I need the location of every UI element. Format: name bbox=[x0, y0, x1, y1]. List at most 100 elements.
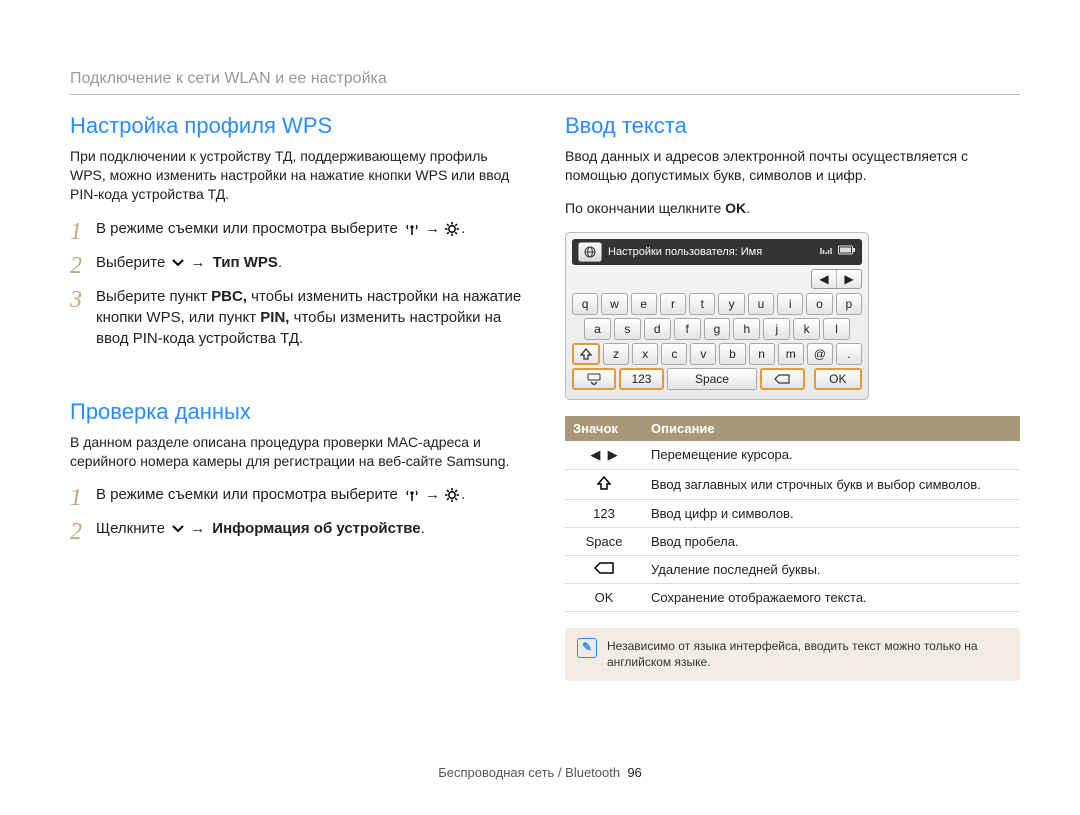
footer-page-number: 96 bbox=[627, 765, 641, 780]
gear-icon bbox=[445, 488, 459, 502]
heading-wps: Настройка профиля WPS bbox=[70, 113, 525, 139]
paragraph-check-intro: В данном разделе описана процедура прове… bbox=[70, 433, 525, 471]
arrow-icon: → bbox=[425, 220, 440, 237]
key-w[interactable]: w bbox=[601, 293, 627, 315]
text: Выберите bbox=[96, 254, 169, 271]
key-s[interactable]: s bbox=[614, 318, 641, 340]
step-number: 3 bbox=[70, 286, 96, 312]
list-item: 1 В режиме съемки или просмотра выберите… bbox=[70, 484, 525, 510]
label-123: 123 bbox=[565, 499, 643, 527]
step-body: Выберите → Тип WPS. bbox=[96, 252, 525, 273]
text: . bbox=[461, 486, 465, 503]
key-123[interactable]: 123 bbox=[619, 368, 663, 390]
table-row: Ввод заглавных или строчных букв и выбор… bbox=[565, 469, 1020, 499]
key-ok[interactable]: OK bbox=[814, 368, 862, 390]
key-b[interactable]: b bbox=[719, 343, 745, 365]
cell-desc: Удаление последней буквы. bbox=[643, 555, 1020, 583]
text: Щелкните bbox=[96, 520, 169, 537]
table-row: OK Сохранение отображаемого текста. bbox=[565, 583, 1020, 611]
key-n[interactable]: n bbox=[749, 343, 775, 365]
key-q[interactable]: q bbox=[572, 293, 598, 315]
cursor-left-icon[interactable]: ◀ bbox=[812, 270, 836, 288]
table-row: 123 Ввод цифр и символов. bbox=[565, 499, 1020, 527]
arrow-icon: → bbox=[190, 254, 205, 271]
step-number: 2 bbox=[70, 252, 96, 278]
battery-icon bbox=[838, 245, 856, 258]
text: . bbox=[746, 200, 750, 216]
backspace-icon bbox=[565, 555, 643, 583]
cell-desc: Перемещение курсора. bbox=[643, 441, 1020, 470]
cell-desc: Ввод цифр и символов. bbox=[643, 499, 1020, 527]
heading-input: Ввод текста bbox=[565, 113, 1020, 139]
key-k[interactable]: k bbox=[793, 318, 820, 340]
text: В режиме съемки или просмотра выберите bbox=[96, 220, 402, 237]
chevron-down-icon bbox=[171, 523, 185, 535]
cell-desc: Ввод пробела. bbox=[643, 527, 1020, 555]
keyboard-cursor-row: ◀ ▶ bbox=[572, 269, 862, 289]
key-at[interactable]: @ bbox=[807, 343, 833, 365]
key-a[interactable]: a bbox=[584, 318, 611, 340]
step-number: 2 bbox=[70, 518, 96, 544]
bold-text: PIN, bbox=[260, 309, 289, 326]
text: . bbox=[278, 254, 282, 271]
keyboard-row-3: z x c v b n m @ . bbox=[572, 343, 862, 365]
columns: Настройка профиля WPS При подключении к … bbox=[70, 113, 1020, 681]
note-text: Независимо от языка интерфейса, вводить … bbox=[607, 638, 1008, 672]
key-d[interactable]: d bbox=[644, 318, 671, 340]
key-r[interactable]: r bbox=[660, 293, 686, 315]
keyboard-status-label: Настройки пользователя: Имя bbox=[608, 246, 762, 258]
arrow-icon: → bbox=[425, 486, 440, 503]
key-c[interactable]: c bbox=[661, 343, 687, 365]
key-f[interactable]: f bbox=[674, 318, 701, 340]
page-header: Подключение к сети WLAN и ее настройка bbox=[70, 70, 1020, 95]
text: В режиме съемки или просмотра выберите bbox=[96, 486, 402, 503]
key-z[interactable]: z bbox=[603, 343, 629, 365]
key-u[interactable]: u bbox=[748, 293, 774, 315]
step-body: В режиме съемки или просмотра выберите →… bbox=[96, 218, 525, 239]
globe-icon bbox=[578, 242, 602, 262]
key-e[interactable]: e bbox=[631, 293, 657, 315]
column-left: Настройка профиля WPS При подключении к … bbox=[70, 113, 525, 681]
key-j[interactable]: j bbox=[763, 318, 790, 340]
step-number: 1 bbox=[70, 484, 96, 510]
key-hide[interactable] bbox=[572, 368, 616, 390]
key-x[interactable]: x bbox=[632, 343, 658, 365]
key-dot[interactable]: . bbox=[836, 343, 862, 365]
chevron-down-icon bbox=[171, 257, 185, 269]
key-m[interactable]: m bbox=[778, 343, 804, 365]
step-number: 1 bbox=[70, 218, 96, 244]
key-backspace[interactable] bbox=[760, 368, 804, 390]
paragraph-wps-intro: При подключении к устройству ТД, поддерж… bbox=[70, 147, 525, 204]
page: Подключение к сети WLAN и ее настройка Н… bbox=[0, 0, 1080, 815]
shift-icon bbox=[565, 469, 643, 499]
key-t[interactable]: t bbox=[689, 293, 715, 315]
paragraph-input-intro: Ввод данных и адресов электронной почты … bbox=[565, 147, 1020, 185]
key-i[interactable]: i bbox=[777, 293, 803, 315]
note-icon: ✎ bbox=[577, 638, 597, 658]
key-y[interactable]: y bbox=[718, 293, 744, 315]
cursor-right-icon[interactable]: ▶ bbox=[836, 270, 861, 288]
table-head-desc: Описание bbox=[643, 416, 1020, 441]
text: . bbox=[421, 520, 425, 537]
keyboard-illustration: Настройки пользователя: Имя ◀ ▶ q w e r bbox=[565, 232, 869, 400]
key-g[interactable]: g bbox=[704, 318, 731, 340]
heading-check: Проверка данных bbox=[70, 399, 525, 425]
key-space[interactable]: Space bbox=[667, 368, 758, 390]
page-footer: Беспроводная сеть / Bluetooth 96 bbox=[0, 765, 1080, 780]
key-v[interactable]: v bbox=[690, 343, 716, 365]
signal-icon bbox=[820, 245, 832, 258]
bold-text: Информация об устройстве bbox=[212, 520, 420, 537]
key-h[interactable]: h bbox=[733, 318, 760, 340]
antenna-icon bbox=[404, 488, 420, 502]
footer-section: Беспроводная сеть / Bluetooth bbox=[438, 765, 620, 780]
key-o[interactable]: o bbox=[806, 293, 832, 315]
steps-check: 1 В режиме съемки или просмотра выберите… bbox=[70, 484, 525, 544]
label-space: Space bbox=[565, 527, 643, 555]
bold-text: Тип WPS bbox=[213, 254, 278, 271]
text: По окончании щелкните bbox=[565, 200, 725, 216]
key-p[interactable]: p bbox=[836, 293, 862, 315]
table-row: Удаление последней буквы. bbox=[565, 555, 1020, 583]
key-l[interactable]: l bbox=[823, 318, 850, 340]
key-shift[interactable] bbox=[572, 343, 600, 365]
table-row: ◀ ▶ Перемещение курсора. bbox=[565, 441, 1020, 470]
